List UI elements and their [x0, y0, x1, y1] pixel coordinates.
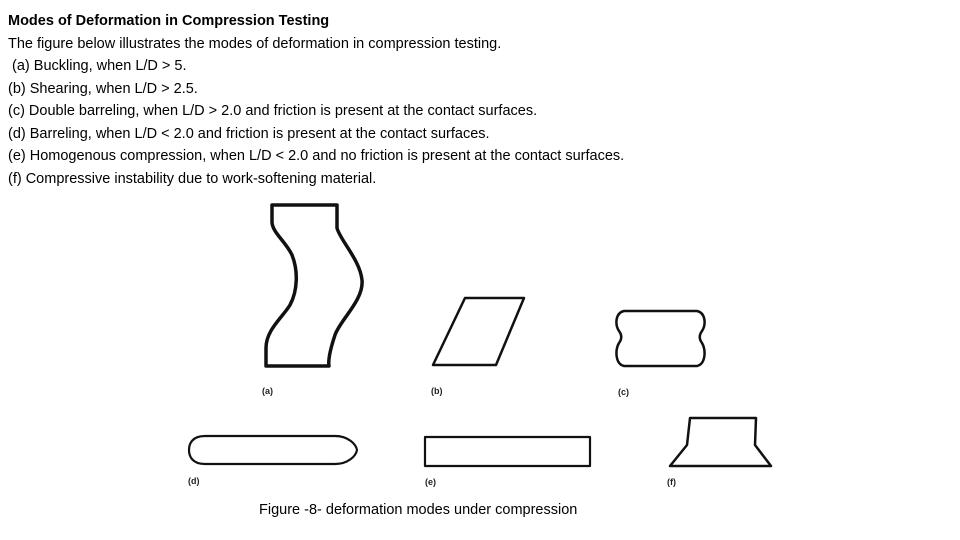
label-c: (c) — [618, 387, 629, 397]
shape-homogenous — [423, 435, 592, 468]
deformation-modes-figure: (a) (b) (c) (d) (e) (f) — [187, 203, 773, 487]
shape-buckling — [264, 203, 364, 368]
shape-compressive-instability — [668, 416, 773, 468]
label-e: (e) — [425, 477, 436, 487]
shape-double-barreling — [615, 309, 706, 368]
shape-barreling — [187, 434, 359, 466]
figure-caption: Figure -8- deformation modes under compr… — [259, 502, 578, 518]
label-f: (f) — [667, 477, 676, 487]
shape-shearing — [431, 296, 526, 367]
label-a: (a) — [262, 386, 273, 396]
label-b: (b) — [431, 386, 443, 396]
label-d: (d) — [188, 476, 200, 486]
